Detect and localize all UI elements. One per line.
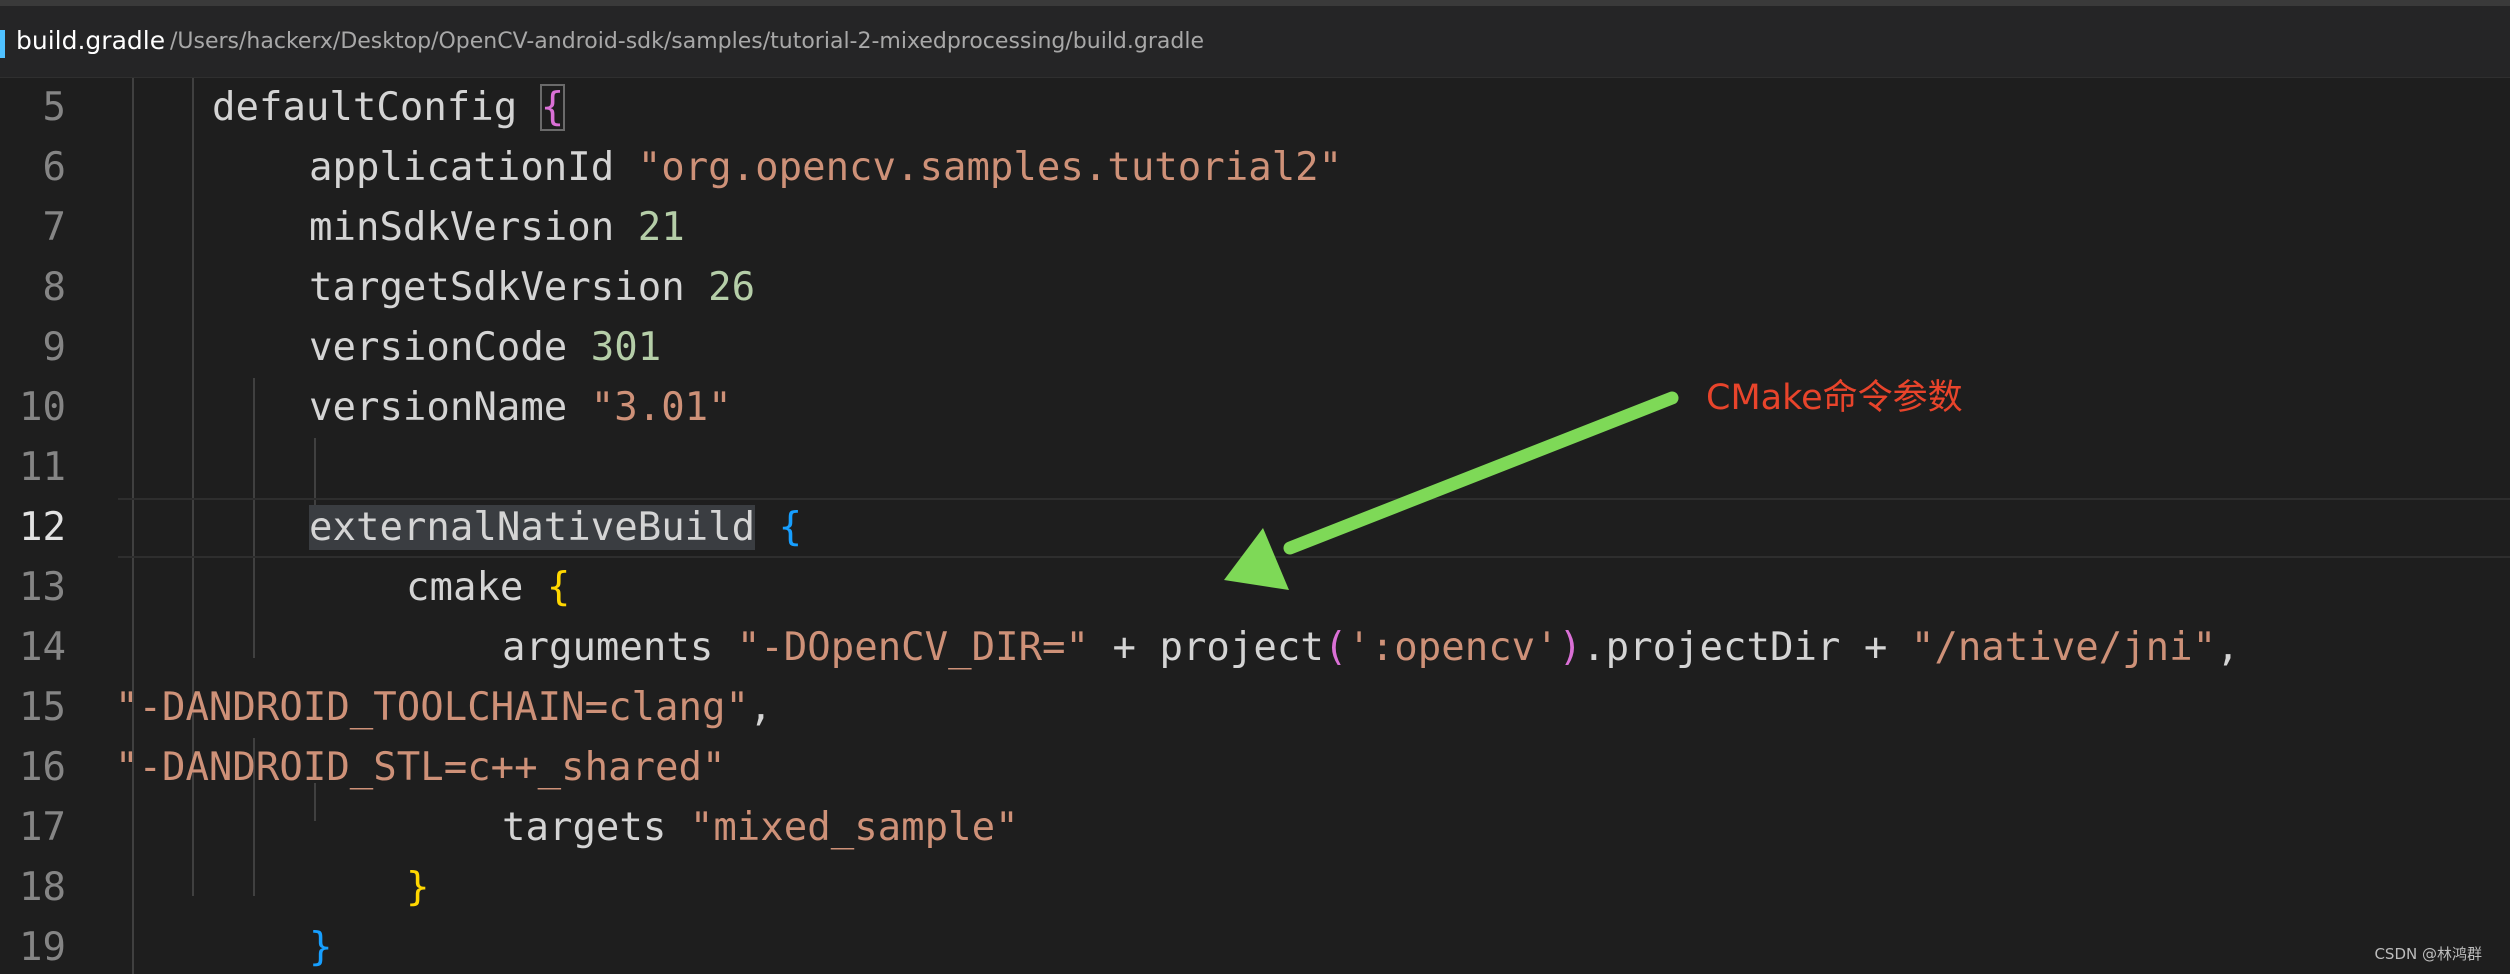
token-bracket: { [778, 505, 803, 550]
code-line: 15 "-DANDROID_TOOLCHAIN=clang", [0, 678, 2510, 738]
line-content: defaultConfig { [212, 78, 566, 138]
line-number: 7 [42, 205, 66, 250]
token-string: "mixed_sample" [689, 805, 1019, 850]
token-bracket: { [539, 84, 566, 131]
line-content: targetSdkVersion 26 [309, 258, 755, 318]
tab-accent-marker [0, 30, 5, 58]
line-number: 9 [42, 325, 66, 370]
code-line: 14 arguments "-DOpenCV_DIR=" + project('… [0, 618, 2510, 678]
token-bracket: ) [1558, 625, 1583, 670]
token-identifier: targetSdkVersion [309, 265, 709, 310]
token-string: "3.01" [590, 385, 732, 430]
code-line-current: 12 externalNativeBuild { [0, 498, 2510, 558]
line-content: cmake { [406, 558, 570, 618]
token-identifier: defaultConfig [212, 85, 541, 130]
code-line: 8 targetSdkVersion 26 [0, 258, 2510, 318]
line-number: 11 [19, 445, 66, 490]
token-string: "/native/jni" [1910, 625, 2217, 670]
line-number: 14 [19, 625, 66, 670]
tab-file-name[interactable]: build.gradle [16, 26, 165, 56]
line-content: } [406, 858, 429, 918]
token-identifier: targets [502, 805, 690, 850]
line-number: 12 [19, 505, 66, 550]
token-identifier-highlighted: externalNativeBuild [309, 505, 756, 550]
code-line: 5 defaultConfig { [0, 78, 2510, 138]
line-content: applicationId "org.opencv.samples.tutori… [309, 138, 1342, 198]
token-punctuation: , [748, 685, 773, 730]
token-bracket: } [309, 925, 333, 970]
token-bracket: } [406, 865, 430, 910]
token-string: "-DOpenCV_DIR=" [736, 625, 1090, 670]
token-string: "-DANDROID_STL=c++_shared" [115, 745, 726, 790]
token-number: 26 [708, 265, 756, 310]
line-content: versionName "3.01" [309, 378, 732, 438]
line-content: minSdkVersion 21 [309, 198, 685, 258]
code-line: 18 } [0, 858, 2510, 918]
token-identifier: .projectDir + [1582, 625, 1911, 670]
token-identifier: versionName [309, 385, 591, 430]
token-bracket: ( [1323, 625, 1348, 670]
token-identifier: cmake [406, 565, 547, 610]
line-number: 13 [19, 565, 66, 610]
line-number: 8 [42, 265, 66, 310]
code-line: 17 targets "mixed_sample" [0, 798, 2510, 858]
line-content: "-DANDROID_TOOLCHAIN=clang", [115, 678, 772, 738]
line-number: 5 [42, 85, 66, 130]
code-line: 7 minSdkVersion 21 [0, 198, 2510, 258]
token-string: "-DANDROID_TOOLCHAIN=clang" [115, 685, 749, 730]
line-content: } [309, 918, 332, 974]
token-string: "org.opencv.samples.tutorial2" [637, 145, 1343, 190]
line-number: 19 [19, 925, 66, 970]
line-content: arguments "-DOpenCV_DIR=" + project(':op… [502, 618, 2240, 678]
code-line: 16 "-DANDROID_STL=c++_shared" [0, 738, 2510, 798]
line-content: versionCode 301 [309, 318, 661, 378]
line-content: externalNativeBuild { [309, 498, 802, 558]
line-number: 6 [42, 145, 66, 190]
code-editor[interactable]: 5 defaultConfig { 6 applicationId "org.o… [0, 78, 2510, 974]
code-line: 11 [0, 438, 2510, 498]
token-identifier: arguments [502, 625, 737, 670]
token-identifier: minSdkVersion [309, 205, 638, 250]
token-bracket: { [546, 565, 571, 610]
token-number: 301 [590, 325, 662, 370]
line-number: 17 [19, 805, 66, 850]
code-line: 13 cmake { [0, 558, 2510, 618]
line-number: 16 [19, 745, 66, 790]
token-identifier: + project [1089, 625, 1324, 670]
annotation-label: CMake命令参数 [1706, 378, 1963, 418]
code-line: 6 applicationId "org.opencv.samples.tuto… [0, 138, 2510, 198]
code-line: 10 versionName "3.01" [0, 378, 2510, 438]
line-number: 18 [19, 865, 66, 910]
tab-file-path: /Users/hackerx/Desktop/OpenCV-android-sd… [170, 29, 1204, 54]
token-number: 21 [637, 205, 685, 250]
code-line: 9 versionCode 301 [0, 318, 2510, 378]
line-content: targets "mixed_sample" [502, 798, 1019, 858]
watermark: CSDN @林鸿群 [2374, 945, 2482, 963]
token-identifier: versionCode [309, 325, 591, 370]
editor-tab-bar: build.gradle /Users/hackerx/Desktop/Open… [0, 6, 2510, 78]
token-string: ':opencv' [1347, 625, 1559, 670]
editor-window: build.gradle /Users/hackerx/Desktop/Open… [0, 0, 2510, 974]
line-number: 15 [19, 685, 66, 730]
line-content: "-DANDROID_STL=c++_shared" [115, 738, 725, 798]
token-punctuation: , [2216, 625, 2240, 670]
token-identifier: applicationId [309, 145, 638, 190]
code-line: 19 } [0, 918, 2510, 974]
line-number: 10 [19, 385, 66, 430]
